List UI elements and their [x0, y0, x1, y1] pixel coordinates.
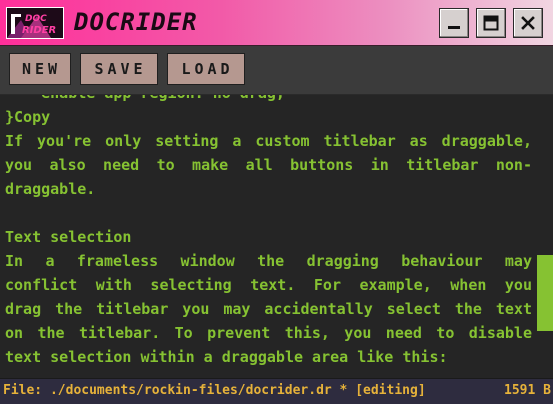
close-button[interactable]	[513, 8, 543, 38]
document-editor[interactable]: enable-app-region: no-drag; }Copy If you…	[0, 95, 553, 378]
editor-line: }Copy	[5, 108, 51, 126]
toolbar: NEW SAVE LOAD	[0, 46, 553, 95]
editor-line: draggable.	[5, 180, 96, 198]
minimize-icon	[448, 26, 460, 29]
editor-line: In a frameless window the dragging behav…	[5, 252, 532, 270]
new-button[interactable]: NEW	[9, 53, 71, 85]
editor-line: conflict with selecting text. For exampl…	[5, 276, 532, 294]
editor-line: drag the titlebar you may accidentally s…	[5, 300, 532, 318]
minimize-button[interactable]	[439, 8, 469, 38]
file-path-status: File: ./documents/rockin-files/docrider.…	[3, 383, 426, 398]
file-size-status: 1591 B	[504, 383, 551, 398]
app-logo-icon: DOC RIDER	[6, 7, 64, 39]
maximize-button[interactable]	[476, 8, 506, 38]
document-text[interactable]: enable-app-region: no-drag; }Copy If you…	[5, 95, 532, 369]
title-bar[interactable]: DOC RIDER DOCRIDER	[0, 0, 553, 46]
close-icon	[521, 16, 535, 30]
logo-text-doc: DOC	[25, 14, 47, 24]
editor-line: If you're only setting a custom titlebar…	[5, 132, 532, 150]
status-bar: File: ./documents/rockin-files/docrider.…	[0, 378, 553, 404]
editor-line: Text selection	[5, 228, 132, 246]
app-title: DOCRIDER	[74, 8, 198, 36]
load-button[interactable]: LOAD	[167, 53, 245, 85]
editor-scrollbar[interactable]	[537, 95, 553, 378]
scrollbar-thumb[interactable]	[537, 255, 553, 331]
logo-text-rider: RIDER	[22, 25, 56, 36]
editor-line: text selection within a draggable area l…	[5, 348, 448, 366]
save-button[interactable]: SAVE	[80, 53, 158, 85]
editor-line: on the titlebar. To prevent this, you ne…	[5, 324, 532, 342]
maximize-icon	[483, 15, 499, 31]
editor-line: enable-app-region: no-drag;	[5, 95, 532, 105]
editor-line: you also need to make all buttons in tit…	[5, 156, 532, 174]
